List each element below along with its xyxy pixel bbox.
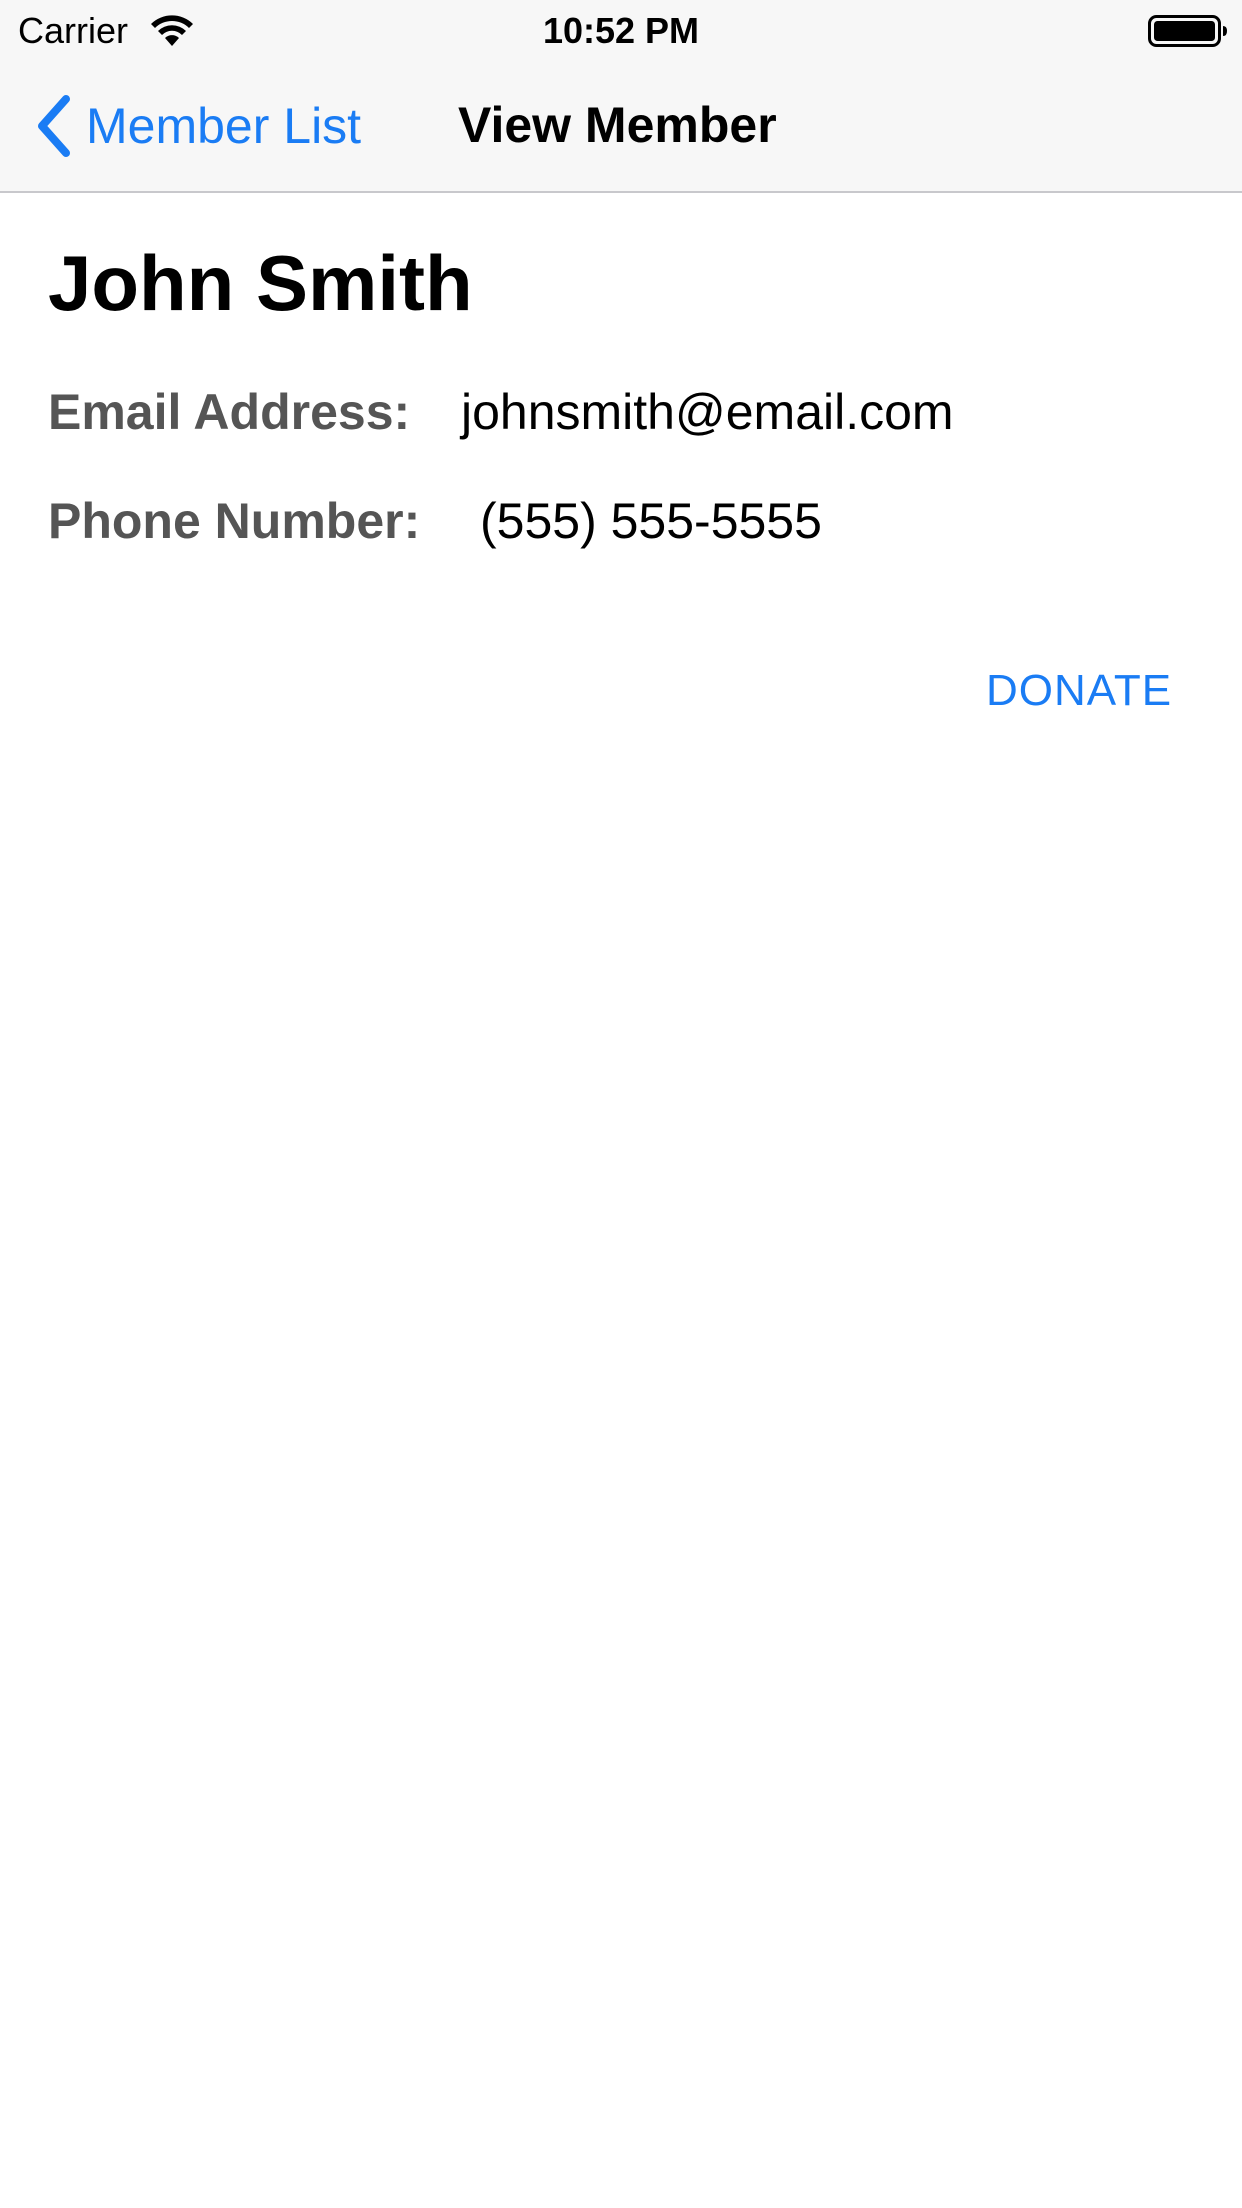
back-button[interactable]: Member List: [34, 90, 361, 162]
donate-button[interactable]: DONATE: [986, 666, 1172, 716]
page-title: View Member: [458, 97, 777, 153]
back-button-label: Member List: [86, 98, 362, 154]
phone-value: (555) 555-5555: [480, 493, 822, 549]
status-time: 10:52 PM: [542, 10, 700, 51]
navigation-bar: Member List View Member: [0, 60, 1242, 193]
status-bar: Carrier 10:52 PM: [0, 0, 1242, 60]
phone-label: Phone Number:: [48, 493, 421, 549]
battery-full-icon: [1148, 15, 1227, 47]
email-value: johnsmith@email.com: [461, 384, 954, 440]
member-name: John Smith: [48, 239, 473, 327]
email-label: Email Address:: [48, 384, 411, 440]
chevron-left-icon: [38, 95, 70, 157]
